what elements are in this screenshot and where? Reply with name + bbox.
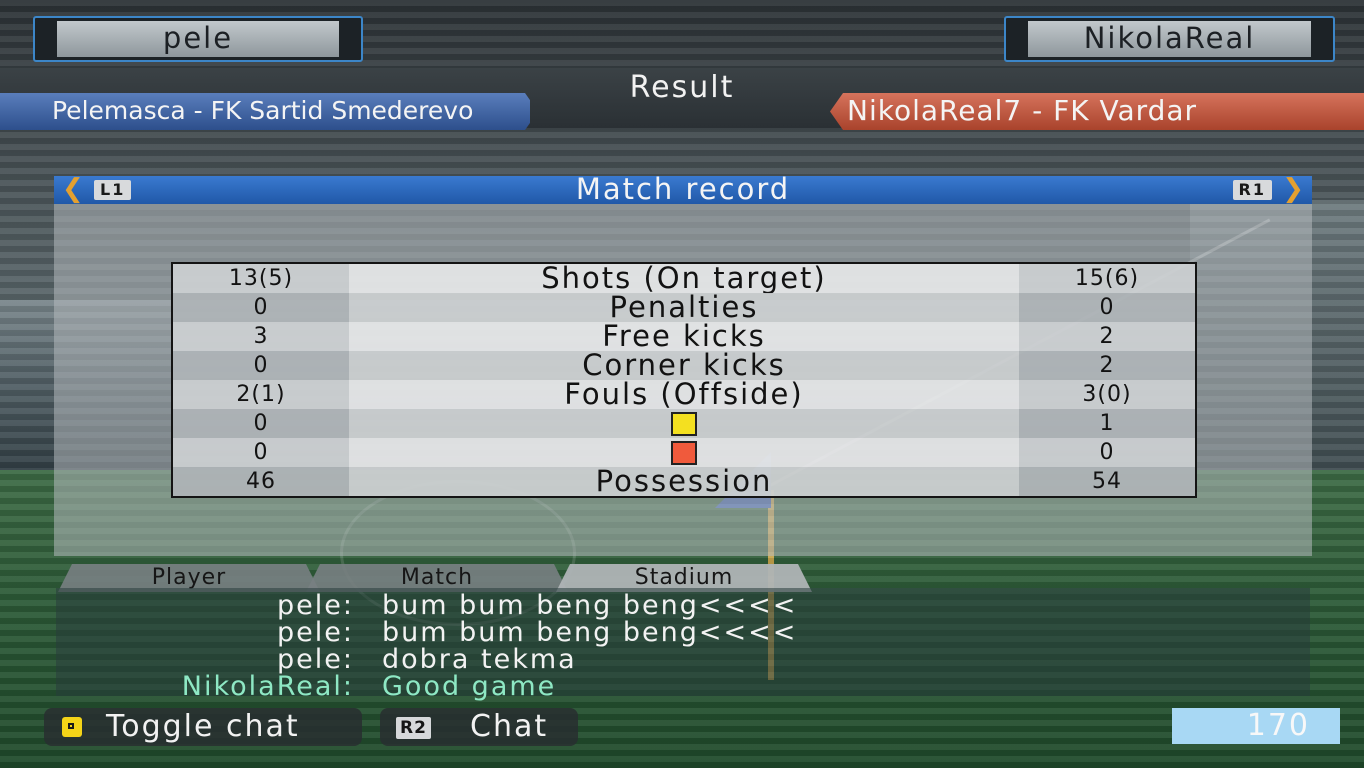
stat-label bbox=[349, 409, 1019, 438]
stat-row: 13(5) Shots (On target) 15(6) bbox=[173, 264, 1195, 293]
yellow-card-icon bbox=[671, 411, 697, 436]
square-button-icon bbox=[62, 717, 82, 737]
stat-row: 0 0 bbox=[173, 438, 1195, 467]
stat-label: Possession bbox=[349, 467, 1019, 496]
panel-title: Match record bbox=[575, 172, 791, 206]
stat-left-value: 0 bbox=[173, 351, 349, 380]
stat-right-value: 1 bbox=[1019, 409, 1195, 438]
chat-button[interactable]: R2 Chat bbox=[380, 708, 578, 746]
stat-right-value: 54 bbox=[1019, 467, 1195, 496]
page-title: Result bbox=[629, 70, 735, 105]
stat-left-value: 46 bbox=[173, 467, 349, 496]
stat-left-value: 3 bbox=[173, 322, 349, 351]
stat-row: 2(1) Fouls (Offside) 3(0) bbox=[173, 380, 1195, 409]
red-card-icon bbox=[671, 440, 697, 465]
stat-right-value: 3(0) bbox=[1019, 380, 1195, 409]
r1-button[interactable]: R1 bbox=[1232, 180, 1272, 200]
team-right-banner: NikolaReal7 - FK Vardar bbox=[830, 93, 1364, 130]
stat-left-value: 0 bbox=[173, 409, 349, 438]
player-left-name: pele bbox=[162, 21, 234, 55]
chat-message: pele: bum bum beng beng<<<< bbox=[56, 590, 1310, 621]
stat-row: 0 1 bbox=[173, 409, 1195, 438]
stat-row: 0 Corner kicks 2 bbox=[173, 351, 1195, 380]
stat-label: Penalties bbox=[349, 293, 1019, 322]
stat-label: Free kicks bbox=[349, 322, 1019, 351]
chat-message: NikolaReal: Good game bbox=[56, 671, 1310, 702]
stat-row: 46 Possession 54 bbox=[173, 467, 1195, 496]
stat-label: Corner kicks bbox=[349, 351, 1019, 380]
chat-text: Good game bbox=[382, 671, 557, 702]
player-right-box: NikolaReal bbox=[1004, 16, 1335, 62]
stat-label bbox=[349, 438, 1019, 467]
player-right-name: NikolaReal bbox=[1083, 21, 1256, 55]
stat-left-value: 13(5) bbox=[173, 264, 349, 293]
stat-label: Shots (On target) bbox=[349, 264, 1019, 293]
chat-label: Chat bbox=[470, 709, 549, 744]
team-left-banner: Pelemasca - FK Sartid Smederevo bbox=[0, 93, 530, 130]
toggle-chat-button[interactable]: Toggle chat bbox=[44, 708, 362, 746]
stat-right-value: 2 bbox=[1019, 351, 1195, 380]
stat-label: Fouls (Offside) bbox=[349, 380, 1019, 409]
stat-right-value: 0 bbox=[1019, 438, 1195, 467]
stat-row: 0 Penalties 0 bbox=[173, 293, 1195, 322]
chat-log: pele: bum bum beng beng<<<< pele: bum bu… bbox=[56, 588, 1310, 702]
chat-user: NikolaReal: bbox=[181, 671, 354, 702]
stat-right-value: 15(6) bbox=[1019, 264, 1195, 293]
chat-message: pele: bum bum beng beng<<<< bbox=[56, 617, 1310, 648]
stat-left-value: 0 bbox=[173, 438, 349, 467]
stat-row: 3 Free kicks 2 bbox=[173, 322, 1195, 351]
team-right-name: NikolaReal7 - FK Vardar bbox=[847, 94, 1198, 127]
r2-button-icon: R2 bbox=[396, 717, 431, 739]
stats-table: 13(5) Shots (On target) 15(6) 0 Penaltie… bbox=[171, 262, 1197, 498]
team-left-name: Pelemasca - FK Sartid Smederevo bbox=[52, 96, 474, 125]
stat-right-value: 0 bbox=[1019, 293, 1195, 322]
chat-message: pele: dobra tekma bbox=[56, 644, 1310, 675]
stat-left-value: 2(1) bbox=[173, 380, 349, 409]
panel-header: ❮ L1 Match record R1 ❯ bbox=[54, 172, 1312, 206]
stat-right-value: 2 bbox=[1019, 322, 1195, 351]
toggle-chat-label: Toggle chat bbox=[106, 709, 300, 744]
chevron-right-icon[interactable]: ❯ bbox=[1282, 174, 1304, 204]
counter-value: 170 bbox=[1172, 708, 1340, 744]
stat-left-value: 0 bbox=[173, 293, 349, 322]
player-left-box: pele bbox=[33, 16, 363, 62]
